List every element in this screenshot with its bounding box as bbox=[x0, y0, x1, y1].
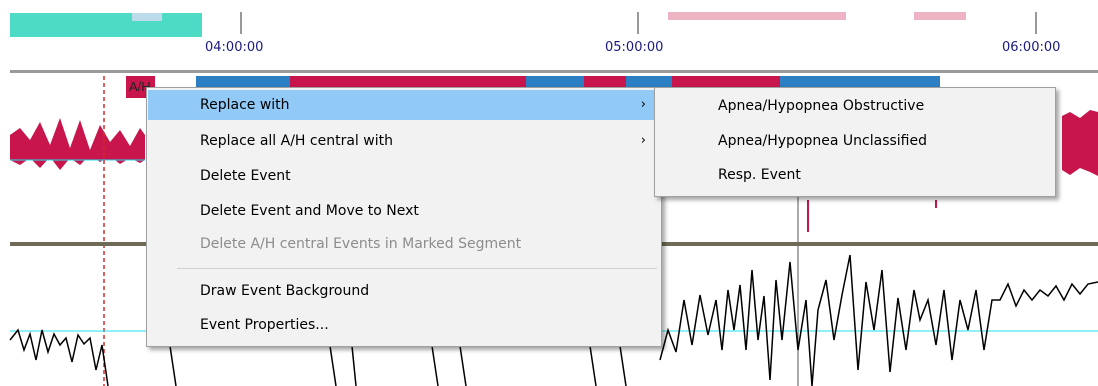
menu-item-label: Delete Event and Move to Next bbox=[200, 203, 419, 219]
menu-item-replace-all[interactable]: Replace all A/H central with › bbox=[148, 126, 660, 156]
menu-item-label: Replace with bbox=[200, 97, 290, 113]
time-label-6h: 06:00:00 bbox=[1002, 40, 1061, 55]
menu-item-delete-move-next[interactable]: Delete Event and Move to Next bbox=[148, 196, 660, 226]
teal-event-bar[interactable] bbox=[10, 13, 202, 37]
menu-item-label: Delete Event bbox=[200, 168, 291, 184]
context-menu: Replace with › Replace all A/H central w… bbox=[146, 87, 662, 347]
menu-item-event-properties[interactable]: Event Properties... bbox=[148, 310, 660, 340]
submenu-item-label: Apnea/Hypopnea Unclassified bbox=[718, 133, 927, 149]
pink-event-bar-2[interactable] bbox=[914, 12, 966, 20]
submenu-arrow-icon: › bbox=[640, 133, 646, 148]
menu-item-label: Event Properties... bbox=[200, 317, 329, 333]
timeline-divider bbox=[10, 70, 1098, 73]
replace-with-submenu: Apnea/Hypopnea Obstructive Apnea/Hypopne… bbox=[654, 87, 1056, 197]
time-label-5h: 05:00:00 bbox=[605, 40, 664, 55]
submenu-item-label: Resp. Event bbox=[718, 167, 801, 183]
menu-item-delete-central-marked: Delete A/H central Events in Marked Segm… bbox=[148, 229, 660, 259]
menu-item-label: Draw Event Background bbox=[200, 283, 370, 299]
submenu-arrow-icon: › bbox=[640, 97, 646, 112]
menu-item-replace-with[interactable]: Replace with › bbox=[148, 90, 660, 120]
time-label-4h: 04:00:00 bbox=[205, 40, 264, 55]
submenu-item-resp-event[interactable]: Resp. Event bbox=[656, 160, 1054, 190]
menu-item-label: Replace all A/H central with bbox=[200, 133, 393, 149]
teal-event-marker bbox=[132, 13, 162, 21]
pink-event-bar[interactable] bbox=[668, 12, 846, 20]
flow-waveform-fragments bbox=[169, 345, 627, 386]
submenu-item-apnea-obstructive[interactable]: Apnea/Hypopnea Obstructive bbox=[656, 91, 1054, 121]
menu-separator bbox=[177, 268, 657, 269]
menu-item-label: Delete A/H central Events in Marked Segm… bbox=[200, 236, 522, 252]
menu-item-delete-event[interactable]: Delete Event bbox=[148, 161, 660, 191]
menu-item-draw-event-background[interactable]: Draw Event Background bbox=[148, 276, 660, 306]
submenu-item-label: Apnea/Hypopnea Obstructive bbox=[718, 98, 925, 114]
submenu-item-apnea-unclassified[interactable]: Apnea/Hypopnea Unclassified bbox=[656, 126, 1054, 156]
